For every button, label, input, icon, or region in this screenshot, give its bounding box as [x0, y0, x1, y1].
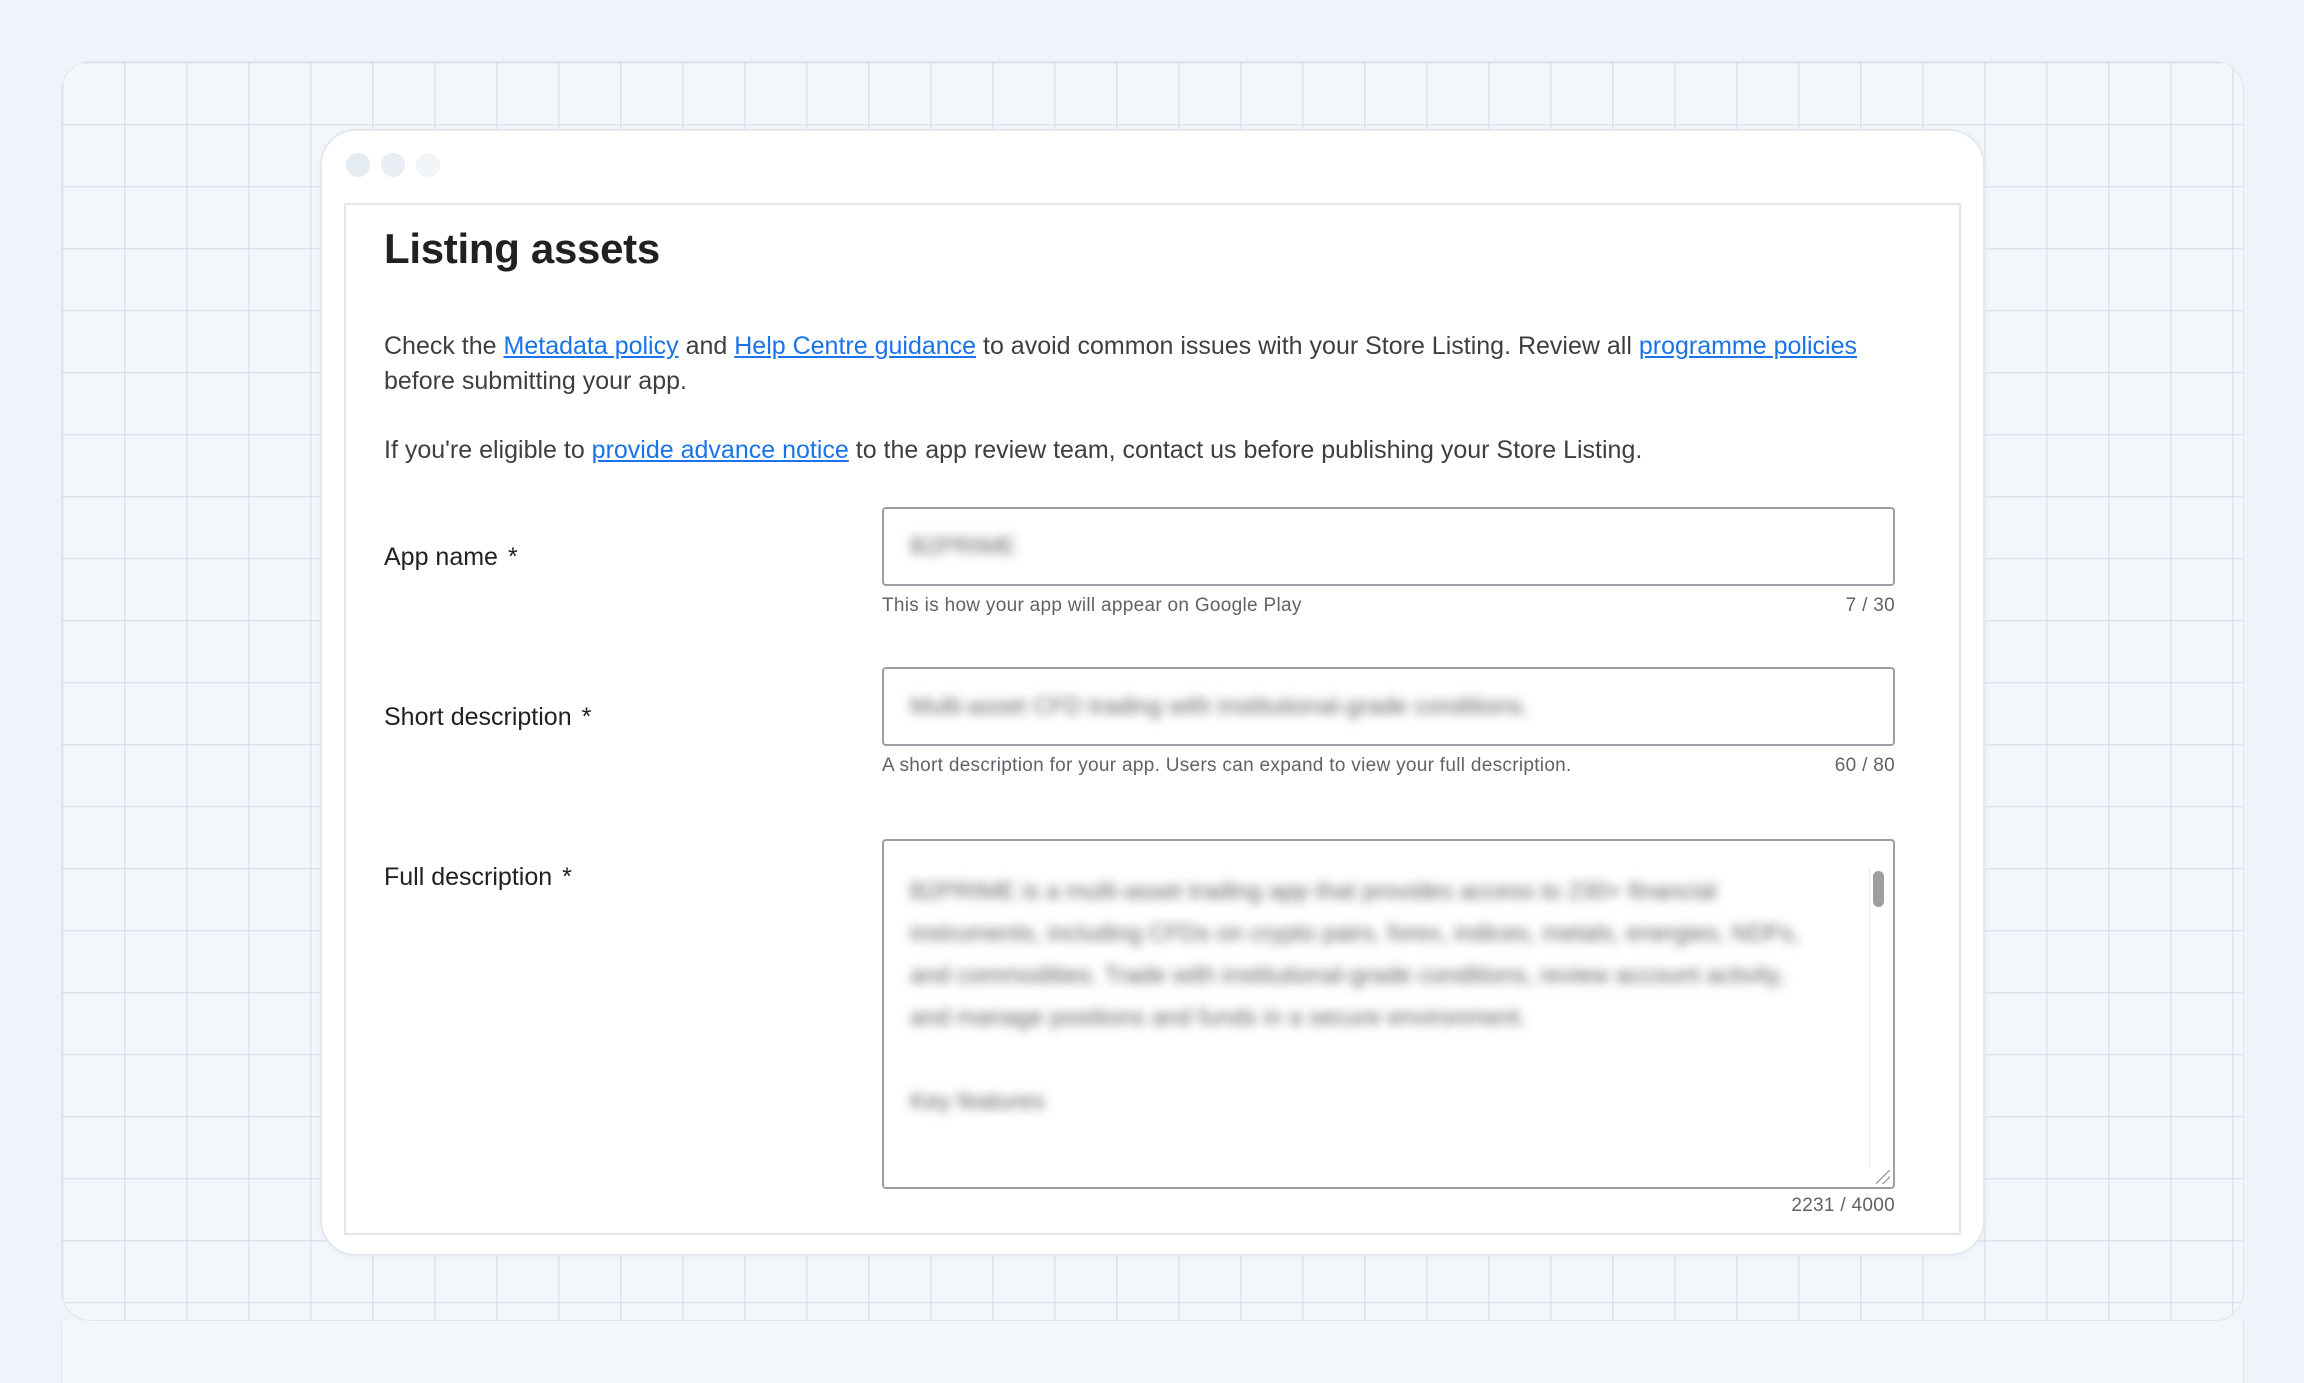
provide-advance-notice-link[interactable]: provide advance notice — [592, 436, 849, 464]
notice-text: to the app review team, contact us befor… — [848, 436, 1643, 464]
short-description-label-text: Short description — [384, 703, 572, 731]
full-description-counter: 2231 / 4000 — [1791, 1195, 1895, 1216]
short-description-label: Short description * — [384, 703, 591, 732]
app-name-value: B2PRIME — [910, 532, 1016, 560]
short-description-helper-text: A short description for your app. Users … — [882, 755, 1572, 776]
intro-text: before submitting your app. — [384, 367, 687, 395]
window-controls — [346, 153, 440, 177]
scrollbar-thumb[interactable] — [1873, 871, 1884, 907]
intro-paragraph: Check the Metadata policy and Help Centr… — [384, 329, 1904, 399]
maximize-dot-icon[interactable] — [416, 153, 440, 177]
intro-text: to avoid common issues with your Store L… — [976, 332, 1639, 360]
app-name-helper: This is how your app will appear on Goog… — [882, 595, 1895, 617]
required-marker: * — [507, 543, 518, 571]
app-name-label-text: App name — [384, 543, 498, 571]
metadata-policy-link[interactable]: Metadata policy — [504, 332, 679, 360]
programme-policies-link[interactable]: programme policies — [1639, 332, 1857, 360]
minimize-dot-icon[interactable] — [381, 153, 405, 177]
short-description-helper: A short description for your app. Users … — [882, 755, 1895, 777]
app-name-label: App name * — [384, 543, 518, 572]
notice-text: If you're eligible to — [384, 436, 592, 464]
intro-text: and — [678, 332, 735, 360]
close-dot-icon[interactable] — [346, 153, 370, 177]
app-name-input[interactable]: B2PRIME — [882, 507, 1895, 586]
page-title: Listing assets — [384, 225, 660, 272]
help-centre-guidance-link[interactable]: Help Centre guidance — [734, 332, 976, 360]
app-name-counter: 7 / 30 — [1845, 595, 1895, 616]
grid-backdrop-lower — [61, 1321, 2244, 1383]
short-description-counter: 60 / 80 — [1834, 755, 1895, 776]
full-description-label-text: Full description — [384, 863, 553, 891]
full-description-textarea[interactable]: B2PRIME is a multi-asset trading app tha… — [882, 839, 1895, 1189]
required-marker: * — [562, 863, 572, 891]
textarea-scrollbar[interactable] — [1869, 867, 1885, 1167]
short-description-input[interactable]: Multi-asset CFD trading with institution… — [882, 667, 1895, 746]
listing-assets-panel: Listing assets Check the Metadata policy… — [344, 203, 1961, 1235]
full-description-value: B2PRIME is a multi-asset trading app tha… — [910, 878, 1800, 1115]
intro-text: Check the — [384, 332, 504, 360]
resize-handle-icon[interactable] — [1876, 1170, 1890, 1184]
browser-window: Listing assets Check the Metadata policy… — [320, 129, 1985, 1256]
short-description-value: Multi-asset CFD trading with institution… — [910, 692, 1529, 720]
full-description-label: Full description * — [384, 863, 572, 892]
required-marker: * — [581, 703, 592, 731]
advance-notice-paragraph: If you're eligible to provide advance no… — [384, 433, 1904, 468]
app-name-helper-text: This is how your app will appear on Goog… — [882, 595, 1302, 616]
